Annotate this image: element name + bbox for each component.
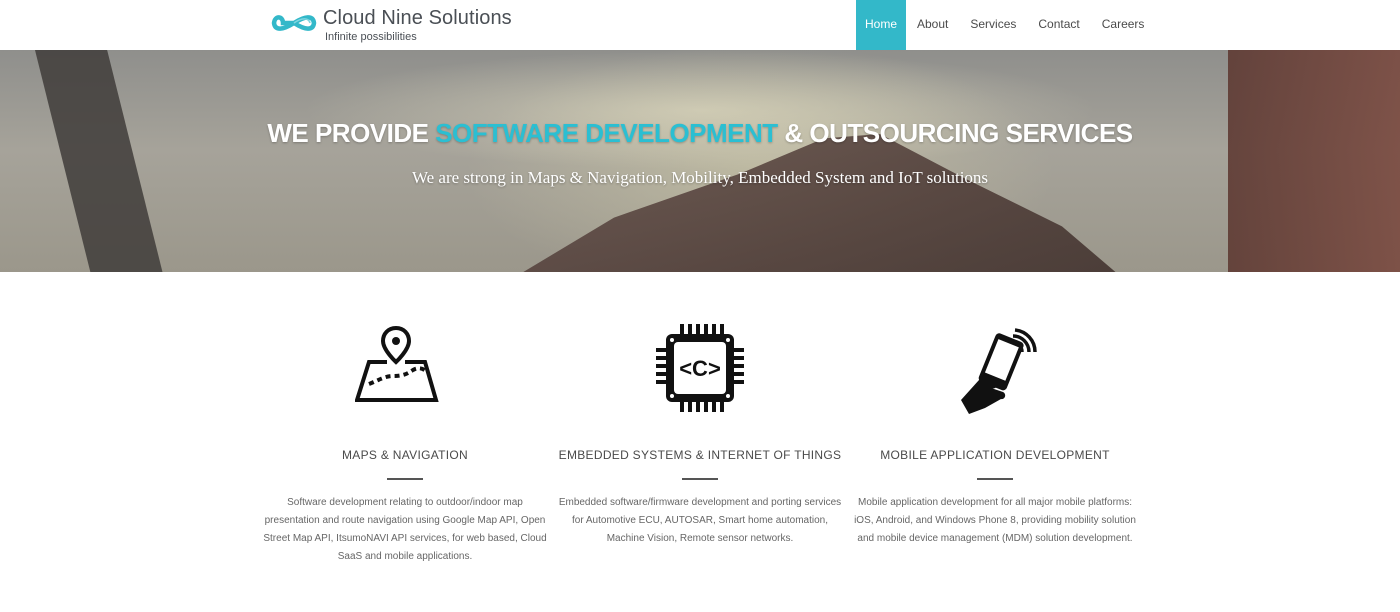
feature-title: MAPS & NAVIGATION	[341, 448, 468, 462]
feature-divider	[387, 478, 423, 480]
chip-icon: <C>	[555, 322, 845, 422]
main-nav: Home About Services Contact Careers	[856, 0, 1155, 50]
hero-title-part-2: & OUTSOURCING SERVICES	[777, 118, 1133, 148]
feature-description: Mobile application development for all m…	[854, 497, 1136, 544]
feature-title: EMBEDDED SYSTEMS & INTERNET OF THINGS	[558, 448, 842, 462]
nav-item-contact[interactable]: Contact	[1027, 0, 1090, 50]
brand-name: Cloud Nine Solutions	[323, 7, 512, 29]
brand-tagline: Infinite possibilities	[325, 31, 417, 43]
infinity-icon	[271, 15, 317, 31]
hero-title-accent: SOFTWARE DEVELOPMENT	[435, 118, 778, 148]
hero-background-sky	[300, 50, 1100, 170]
hero-background-edge	[1228, 50, 1400, 272]
logo[interactable]: Cloud Nine Solutions Infinite possibilit…	[270, 4, 530, 46]
feature-description: Embedded software/firmware development a…	[558, 497, 842, 544]
map-pin-icon	[260, 322, 550, 422]
hero-title: WE PROVIDE SOFTWARE DEVELOPMENT & OUTSOU…	[0, 118, 1400, 149]
feature-divider	[977, 478, 1013, 480]
nav-item-home[interactable]: Home	[856, 0, 906, 50]
hero-background-frame	[30, 50, 166, 272]
nav-item-about[interactable]: About	[906, 0, 959, 50]
hero-banner: WE PROVIDE SOFTWARE DEVELOPMENT & OUTSOU…	[0, 50, 1400, 272]
svg-text:<C>: <C>	[679, 356, 721, 381]
nav-item-careers[interactable]: Careers	[1091, 0, 1156, 50]
site-header: Cloud Nine Solutions Infinite possibilit…	[0, 0, 1400, 50]
feature-divider	[682, 478, 718, 480]
feature-description: Software development relating to outdoor…	[263, 497, 547, 562]
feature-title: MOBILE APPLICATION DEVELOPMENT	[880, 448, 1110, 462]
mobile-phone-icon	[850, 322, 1140, 422]
hero-title-part-1: WE PROVIDE	[267, 118, 436, 148]
nav-item-services[interactable]: Services	[959, 0, 1027, 50]
hero-subtitle: We are strong in Maps & Navigation, Mobi…	[411, 168, 989, 187]
